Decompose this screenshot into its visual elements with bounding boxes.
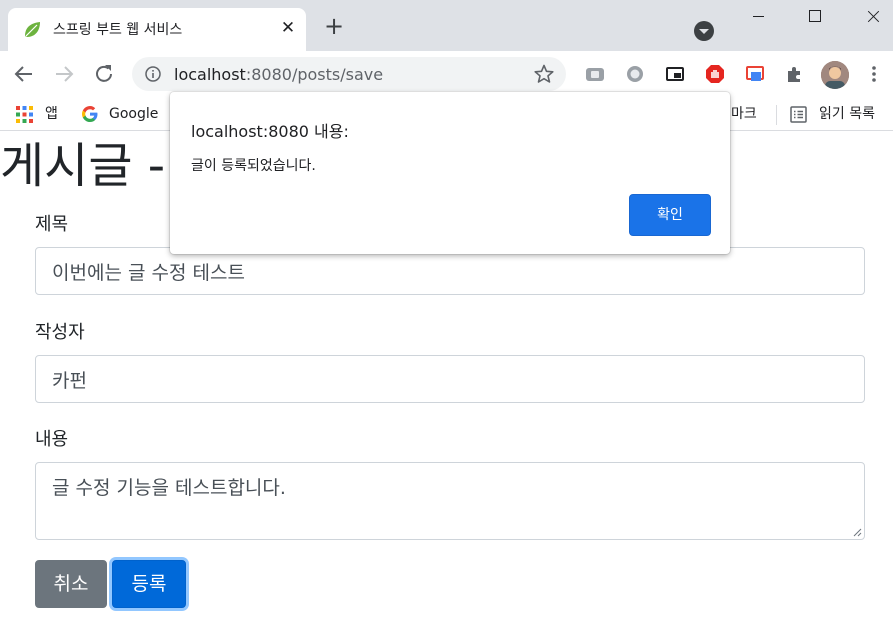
content-textarea[interactable]: 글 수정 기능을 테스트합니다. <box>35 462 865 540</box>
tab-title: 스프링 부트 웹 서비스 <box>53 22 183 38</box>
bookmarks-separator <box>776 105 777 125</box>
google-logo-icon <box>82 106 98 122</box>
tab-search-icon[interactable] <box>694 21 714 41</box>
page-title: 게시글 - <box>0 138 166 194</box>
dialog-message: 글이 등록되었습니다. <box>191 158 316 174</box>
extension-globe-icon[interactable] <box>624 63 646 85</box>
author-input[interactable]: 카펀 <box>35 355 865 403</box>
address-bar[interactable]: localhost:8080/posts/save <box>132 57 566 91</box>
tab-close-icon[interactable]: ✕ <box>278 18 298 38</box>
extensions-puzzle-icon[interactable] <box>784 63 806 85</box>
resize-handle-icon[interactable] <box>852 527 862 537</box>
bookmark-apps-label: 앱 <box>45 106 58 122</box>
profile-avatar[interactable] <box>821 61 849 89</box>
content-label: 내용 <box>35 429 69 450</box>
bookmark-google[interactable]: Google <box>82 103 167 125</box>
content-text: 글 수정 기능을 테스트합니다. <box>52 477 286 499</box>
maximize-button[interactable] <box>786 0 842 34</box>
author-label: 작성자 <box>35 322 85 343</box>
reload-icon[interactable] <box>91 61 117 87</box>
bookmark-other-label: 마크 <box>731 106 757 122</box>
dialog-ok-button[interactable]: 확인 <box>629 194 711 236</box>
bookmark-other[interactable]: 마크 <box>731 103 757 125</box>
url-path: :8080/posts/save <box>245 65 384 84</box>
back-icon[interactable] <box>11 61 37 87</box>
submit-button[interactable]: 등록 <box>112 560 186 608</box>
close-window-button[interactable] <box>842 0 893 34</box>
picture-in-picture-icon[interactable] <box>664 63 686 85</box>
url-host: localhost <box>174 65 246 84</box>
cancel-button[interactable]: 취소 <box>35 560 107 608</box>
adblock-icon[interactable] <box>704 63 726 85</box>
cast-icon[interactable] <box>744 63 766 85</box>
extension-icon[interactable] <box>584 63 606 85</box>
browser-toolbar: localhost:8080/posts/save <box>0 51 893 97</box>
apps-grid-icon <box>16 106 33 123</box>
more-menu-icon[interactable] <box>866 63 882 85</box>
info-icon[interactable] <box>145 66 161 82</box>
tab-strip: 스프링 부트 웹 서비스 ✕ + <box>0 0 893 51</box>
browser-tab[interactable]: 스프링 부트 웹 서비스 ✕ <box>8 8 306 51</box>
dialog-title: localhost:8080 내용: <box>191 122 349 141</box>
title-input[interactable]: 이번에는 글 수정 테스트 <box>35 247 865 295</box>
bookmark-google-label: Google <box>109 106 159 122</box>
new-tab-button[interactable]: + <box>322 14 346 39</box>
forward-icon[interactable] <box>51 61 77 87</box>
url-text: localhost:8080/posts/save <box>174 65 383 84</box>
avatar-image <box>821 61 849 89</box>
bookmark-star-icon[interactable] <box>533 63 555 85</box>
minimize-button[interactable] <box>730 0 786 34</box>
alert-dialog: localhost:8080 내용: 글이 등록되었습니다. 확인 <box>170 92 730 254</box>
reading-list-icon <box>790 106 807 123</box>
bookmark-apps[interactable]: 앱 <box>16 103 76 125</box>
title-label: 제목 <box>35 214 69 235</box>
reading-list-label: 읽기 목록 <box>819 106 875 122</box>
spring-leaf-icon <box>25 22 40 37</box>
